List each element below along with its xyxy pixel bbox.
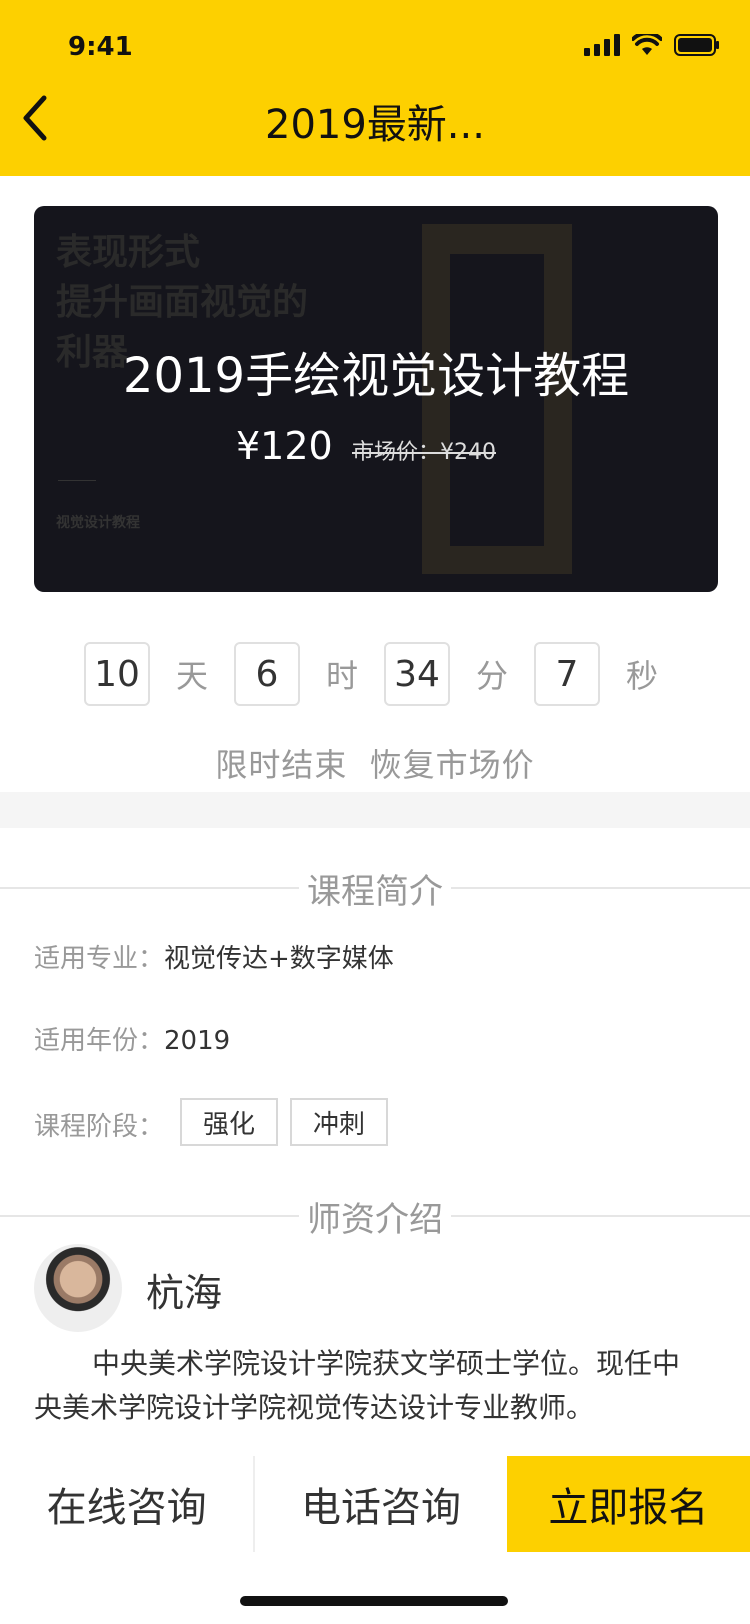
status-time: 9:41	[68, 32, 133, 62]
banner-bg-subtitle: 视觉设计教程	[56, 515, 140, 531]
stage-label: 课程阶段：	[34, 1112, 165, 1142]
countdown: 10 天 6 时 34 分 7 秒	[84, 642, 684, 706]
stage-row: 课程阶段：	[34, 1106, 164, 1143]
stage-tag-intensive[interactable]: 强化	[180, 1098, 278, 1146]
banner-price: ¥120	[236, 424, 333, 468]
stage-tag-sprint[interactable]: 冲刺	[290, 1098, 388, 1146]
major-label: 适用专业：	[34, 944, 165, 974]
home-indicator[interactable]	[240, 1596, 508, 1606]
countdown-seconds-unit: 秒	[625, 657, 658, 695]
bottom-action-bar: 在线咨询 电话咨询 立即报名	[0, 1456, 750, 1552]
banner-title: 2019手绘视觉设计教程	[122, 348, 630, 404]
section-divider-band	[0, 792, 750, 828]
teacher-bio: 中央美术学院设计学院获文学硕士学位。现任中央美术学院设计学院视觉传达设计专业教师…	[34, 1347, 681, 1424]
countdown-minutes-unit: 分	[475, 657, 508, 695]
year-label: 适用年份：	[34, 1026, 165, 1056]
course-intro-title: 课程简介	[299, 872, 451, 912]
signal-icon	[584, 34, 620, 56]
countdown-days: 10	[84, 642, 150, 706]
teacher-intro-title: 师资介绍	[299, 1200, 451, 1240]
banner-bg-divider	[58, 480, 96, 481]
course-intro-heading: 课程简介	[0, 862, 750, 912]
countdown-hours-unit: 时	[325, 657, 358, 695]
major-value: 视觉传达+数字媒体	[164, 944, 394, 974]
phone-consult-button[interactable]: 电话咨询	[255, 1456, 506, 1552]
year-value: 2019	[164, 1026, 231, 1056]
wifi-icon	[632, 34, 662, 55]
major-row: 适用专业：视觉传达+数字媒体	[34, 938, 394, 975]
countdown-seconds: 7	[534, 642, 600, 706]
course-banner[interactable]: 表现形式 提升画面视觉的 利器 视觉设计教程 2019手绘视觉设计教程 ¥120…	[34, 206, 718, 592]
signup-button[interactable]: 立即报名	[506, 1456, 750, 1552]
status-icons	[584, 34, 720, 56]
teacher-intro-heading: 师资介绍	[0, 1190, 750, 1240]
teacher-name: 杭海	[146, 1271, 223, 1315]
countdown-note: 限时结束 恢复市场价	[215, 746, 535, 784]
teacher-avatar	[34, 1244, 122, 1332]
page-title: 2019最新...	[265, 102, 485, 148]
countdown-days-unit: 天	[175, 657, 208, 695]
online-consult-button[interactable]: 在线咨询	[0, 1456, 256, 1552]
banner-market-price: 市场价：¥240	[352, 440, 496, 465]
countdown-minutes: 34	[384, 642, 450, 706]
countdown-hours: 6	[234, 642, 300, 706]
year-row: 适用年份：2019	[34, 1020, 230, 1057]
battery-icon	[674, 34, 719, 56]
header: 9:41 2019最新...	[0, 0, 750, 176]
